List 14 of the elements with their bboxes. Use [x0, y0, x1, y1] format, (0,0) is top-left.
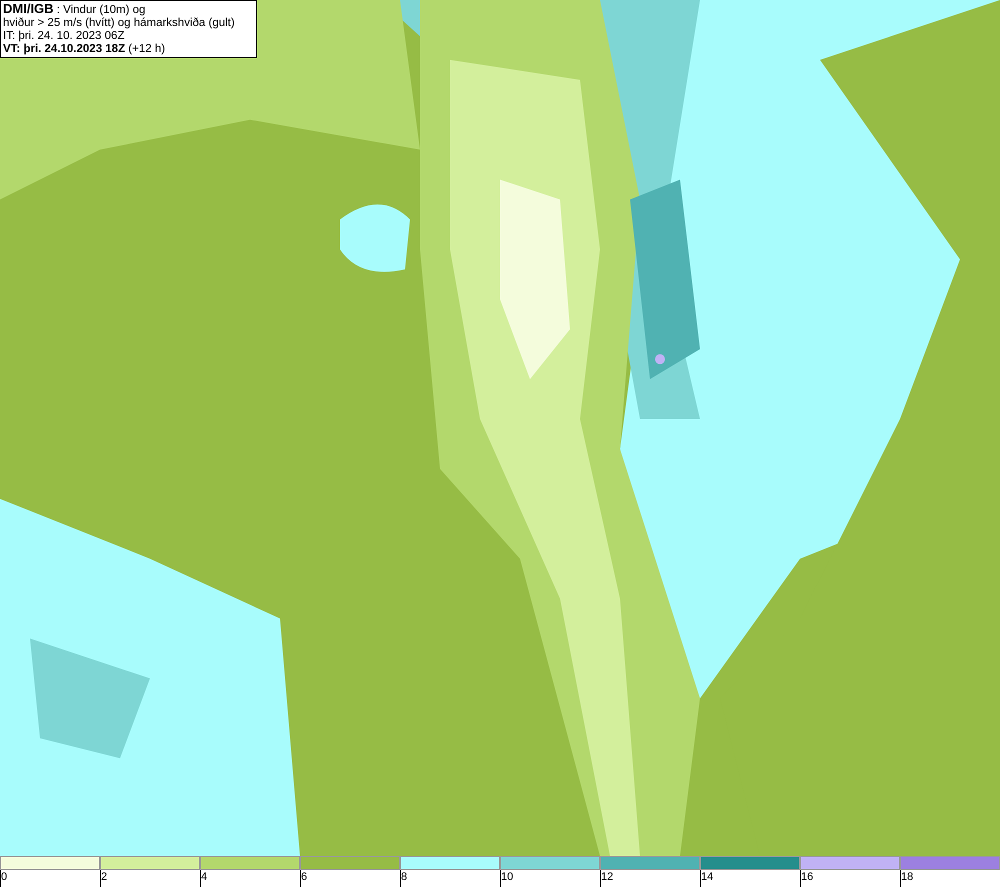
legend-label: 0 [1, 871, 8, 884]
legend-label: 10 [501, 871, 514, 884]
map-subtitle: hviður > 25 m/s (hvítt) og hámarkshviða (gult) [3, 17, 236, 30]
legend-label: 14 [701, 871, 714, 884]
legend-label: 12 [601, 871, 614, 884]
legend-label: 18 [901, 871, 914, 884]
valid-time: VT: þri. 24.10.2023 18Z (+12 h) [3, 43, 166, 56]
legend-label: 2 [101, 871, 108, 884]
legend-label: 8 [401, 871, 408, 884]
legend-label: 16 [801, 871, 814, 884]
legend-label: 4 [201, 871, 208, 884]
legend-label: 6 [301, 871, 308, 884]
map-title: DMI/IGB : Vindur (10m) og [3, 2, 146, 17]
initial-time: IT: þri. 24. 10. 2023 06Z [3, 30, 126, 43]
